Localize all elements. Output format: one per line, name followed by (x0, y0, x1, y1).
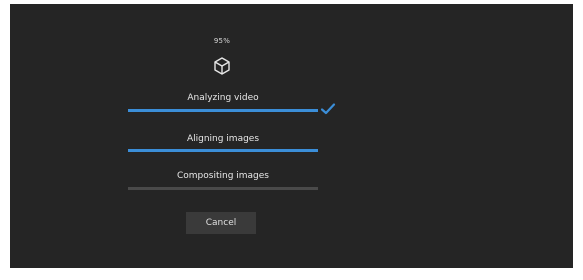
step-analyzing-label: Analyzing video (187, 93, 259, 103)
step-aligning-label: Aligning images (186, 134, 260, 144)
step-compositing-label: Compositing images (177, 171, 269, 181)
step-analyzing-progress-fill (128, 109, 318, 112)
step-analyzing-progress-bar (128, 109, 318, 112)
percent-label: 95% (213, 37, 231, 45)
cube-icon (214, 57, 230, 75)
progress-dialog: 95% Analyzing video Aligning images Comp… (10, 4, 573, 268)
cancel-button[interactable]: Cancel (186, 212, 256, 234)
step-compositing-progress-bar (128, 187, 318, 190)
step-aligning-progress-fill (128, 149, 318, 152)
step-aligning-progress-bar (128, 149, 318, 152)
checkmark-icon (320, 103, 336, 115)
